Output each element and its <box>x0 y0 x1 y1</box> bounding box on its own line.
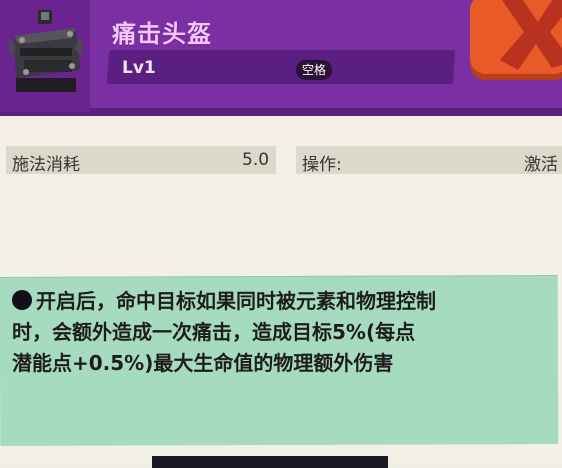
item-name: 痛击头盔 <box>112 20 212 48</box>
description-line-1: 开启后，命中目标如果同时被元素和物理控制 <box>36 289 436 313</box>
item-icon-frame <box>0 0 90 112</box>
operation-value: 激活 <box>524 155 558 175</box>
bullet-icon <box>12 290 32 310</box>
close-icon[interactable] <box>492 0 562 72</box>
hotkey-badge: 空格 <box>296 60 333 80</box>
helmet-icon <box>8 10 82 92</box>
item-level: Lv1 <box>122 58 156 78</box>
operation-label: 操作: <box>302 155 342 175</box>
description-line-2: 时，会额外造成一次痛击，造成目标5%(每点 <box>12 320 416 344</box>
bottom-action-bar[interactable] <box>152 456 388 468</box>
level-bar <box>106 50 456 84</box>
description-line-3: 潜能点+0.5%)最大生命值的物理额外伤害 <box>12 351 394 375</box>
cost-label: 施法消耗 <box>12 155 80 175</box>
description-text: 开启后，命中目标如果同时被元素和物理控制 时，会额外造成一次痛击，造成目标5%(… <box>12 286 556 379</box>
cost-value: 5.0 <box>242 150 270 170</box>
